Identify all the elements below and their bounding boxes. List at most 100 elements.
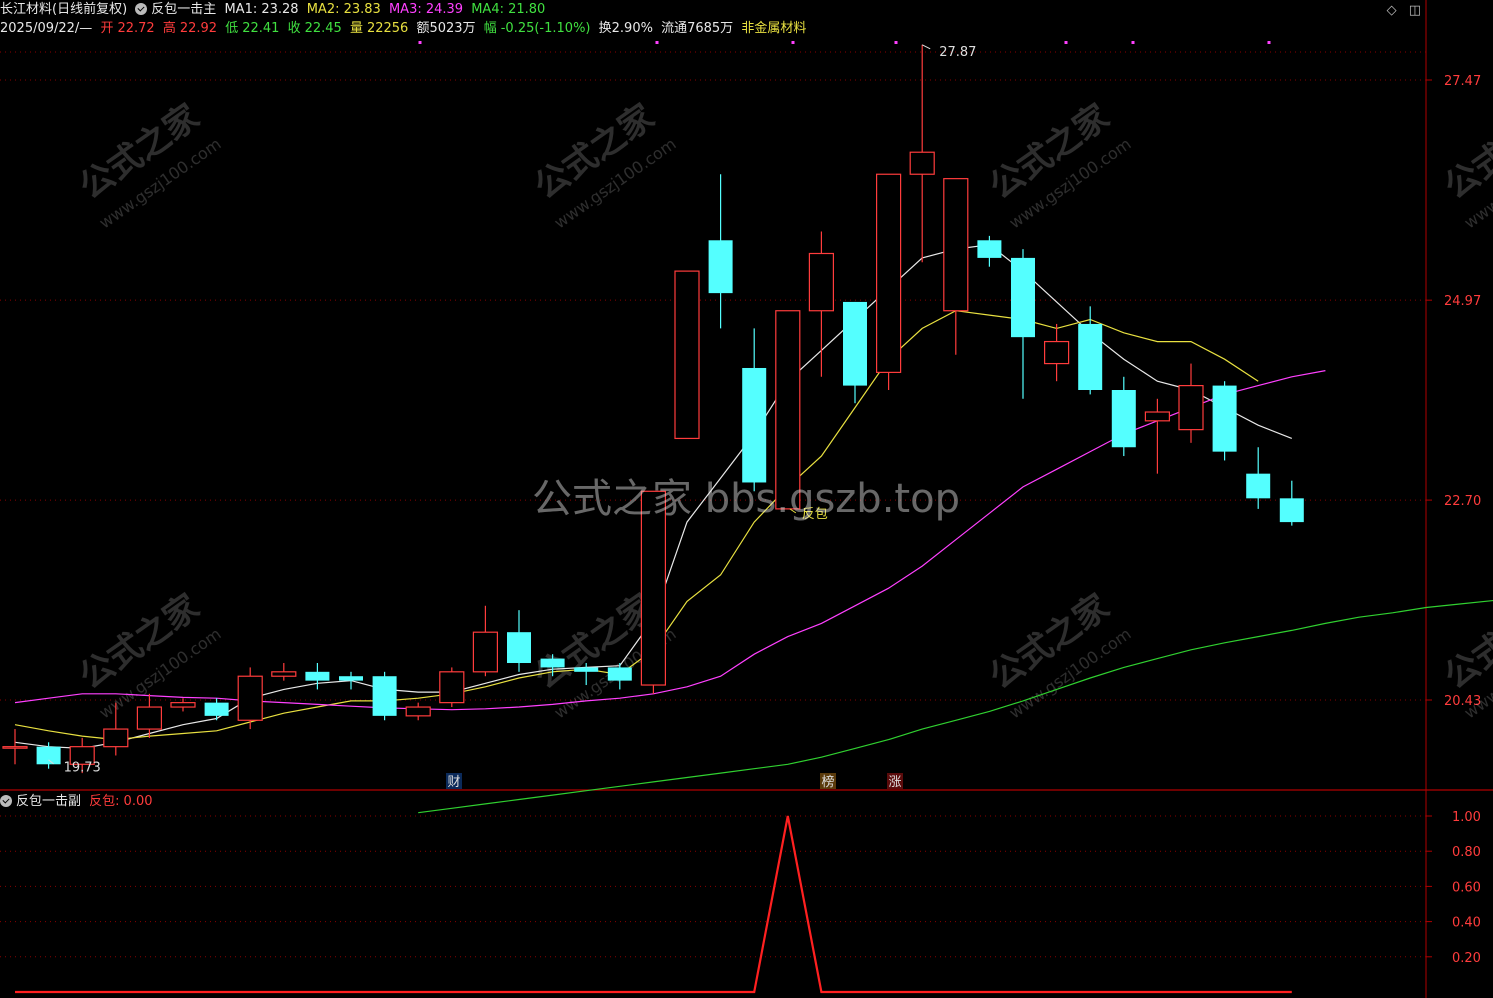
ma1-value: MA1: 23.28 (224, 2, 299, 17)
change-value: -0.25(-1.10%) (500, 21, 591, 36)
candle-body-down (1246, 473, 1271, 499)
watermark-tile: 公式之家www.gszj100.com (1437, 97, 1493, 233)
sub-series-label: 反包: (89, 794, 120, 809)
price-tick-label: 22.70 (1444, 494, 1481, 509)
signal-dot (655, 41, 659, 44)
sub-indicator-name[interactable]: 反包一击副 (16, 794, 81, 809)
header-row-2: 2025/09/22/— 开 22.72 高 22.92 低 22.41 收 22.45… (0, 20, 810, 38)
candle-body-down (507, 632, 531, 664)
candle-body-up (808, 252, 835, 312)
candle-body-down (1212, 385, 1237, 452)
ma3-value: MA3: 24.39 (388, 2, 464, 17)
candle-body-down (843, 301, 867, 386)
change-label: 幅 (483, 21, 497, 36)
watermark-tile: 公式之家www.gszj100.com (72, 587, 224, 723)
diamond-icon[interactable]: ◇ (1387, 3, 1397, 18)
stock-name[interactable]: 长江材料(日线前复权) (0, 2, 127, 17)
sub-panel-header: 反包一击副 反包: 0.00 (0, 793, 157, 811)
candle-body-up (103, 728, 129, 748)
low-label: 低 (225, 21, 239, 36)
signal-dot (1267, 41, 1271, 44)
sub-series-value: 0.00 (123, 794, 153, 809)
candle-body-up (170, 702, 196, 708)
high-value: 22.92 (179, 21, 218, 36)
close-value: 22.45 (304, 21, 342, 36)
bang-badge: 榜 (821, 774, 834, 790)
signal-dot (1064, 41, 1068, 44)
watermark-tile: 公式之家www.gszj100.com (982, 97, 1134, 233)
high-marker-arrow (921, 44, 931, 50)
ma4-value: MA4: 21.80 (471, 2, 546, 17)
turnover-value: 换2.90% (598, 21, 653, 36)
high-marker-label: 27.87 (939, 45, 976, 60)
candle-body-down (1011, 257, 1035, 338)
open-label: 开 (100, 21, 114, 36)
sub-tick-label: 0.80 (1452, 845, 1481, 860)
candle-body-down (36, 746, 61, 765)
top-right-icons: ◇ ◫ (1379, 3, 1421, 18)
candle-body-up (271, 671, 297, 677)
candle-body-up (1144, 411, 1171, 422)
candle-body-down (305, 671, 330, 681)
candle-body-up (439, 671, 465, 704)
watermark-tile: 公式之家www.gszj100.com (72, 97, 224, 233)
candle-body-up (909, 151, 935, 175)
chart-canvas[interactable]: 27.4724.9722.7020.43公式之家www.gszj100.com 公… (0, 0, 1493, 998)
sub-tick-label: 0.40 (1452, 916, 1481, 931)
cai-badge: 财 (447, 775, 460, 790)
volume-value: 22256 (366, 21, 409, 36)
float-value: 流通7685万 (661, 21, 734, 36)
indicator-toggle-icon[interactable] (135, 3, 148, 15)
candle-body-up (674, 270, 700, 440)
candle-body-up (1178, 384, 1204, 431)
open-value: 22.72 (117, 21, 155, 36)
candle-body-down (339, 676, 363, 681)
candle-body-down (742, 367, 767, 483)
sub-series-line (15, 815, 1292, 994)
amount-value: 额5023万 (416, 21, 476, 36)
signal-dot (894, 41, 898, 44)
watermark-center: 公式之家 bbs.gszb.top (532, 476, 960, 522)
low-marker-label: 19.73 (64, 761, 101, 776)
candle-body-up (472, 631, 498, 673)
signal-dot (791, 41, 795, 44)
close-label: 收 (287, 21, 301, 36)
candle-body-down (1078, 323, 1103, 390)
candle-body-down (607, 667, 632, 681)
sector-label[interactable]: 非金属材料 (741, 21, 806, 36)
ma2-value: MA2: 23.83 (306, 2, 381, 17)
price-tick-label: 24.97 (1444, 294, 1481, 309)
candle-body-down (977, 240, 1002, 258)
window-icon[interactable]: ◫ (1409, 3, 1421, 18)
indicator-main-name[interactable]: 反包一击主 (151, 2, 216, 17)
candle-body-down (204, 702, 229, 716)
candle-body-up (875, 173, 902, 373)
header-row-1: 长江材料(日线前复权) 反包一击主 MA1: 23.28 MA2: 23.83 … (0, 1, 549, 19)
sub-tick-label: 0.60 (1452, 880, 1481, 895)
candle-body-up (2, 746, 28, 749)
price-tick-label: 27.47 (1444, 74, 1481, 89)
sub-tick-label: 1.00 (1452, 810, 1481, 825)
high-label: 高 (162, 21, 176, 36)
candle-body-down (1111, 390, 1136, 448)
watermark-tile-cn: 公式之家 (1437, 97, 1493, 208)
candle-body-down (574, 667, 599, 672)
signal-dot (1131, 41, 1135, 44)
candle-body-down (540, 658, 565, 668)
candle-body-down (708, 240, 733, 294)
volume-label: 量 (349, 21, 363, 36)
candle-body-up (943, 178, 969, 312)
low-value: 22.41 (242, 21, 280, 36)
sub-tick-label: 0.20 (1452, 951, 1481, 966)
sub-indicator-toggle-icon[interactable] (0, 795, 12, 807)
date-label: 2025/09/22/— (0, 21, 93, 36)
candle-body-down (1279, 498, 1304, 523)
zhang-badge: 涨 (888, 775, 901, 790)
watermark-tile: 公式之家www.gszj100.com (527, 97, 679, 233)
candle-body-up (136, 706, 162, 730)
candle-body-up (237, 675, 263, 721)
candle-body-up (405, 706, 431, 717)
candle-body-up (1043, 340, 1070, 365)
watermark-tile: 公式之家www.gszj100.com (982, 587, 1134, 723)
signal-dot (418, 41, 422, 44)
